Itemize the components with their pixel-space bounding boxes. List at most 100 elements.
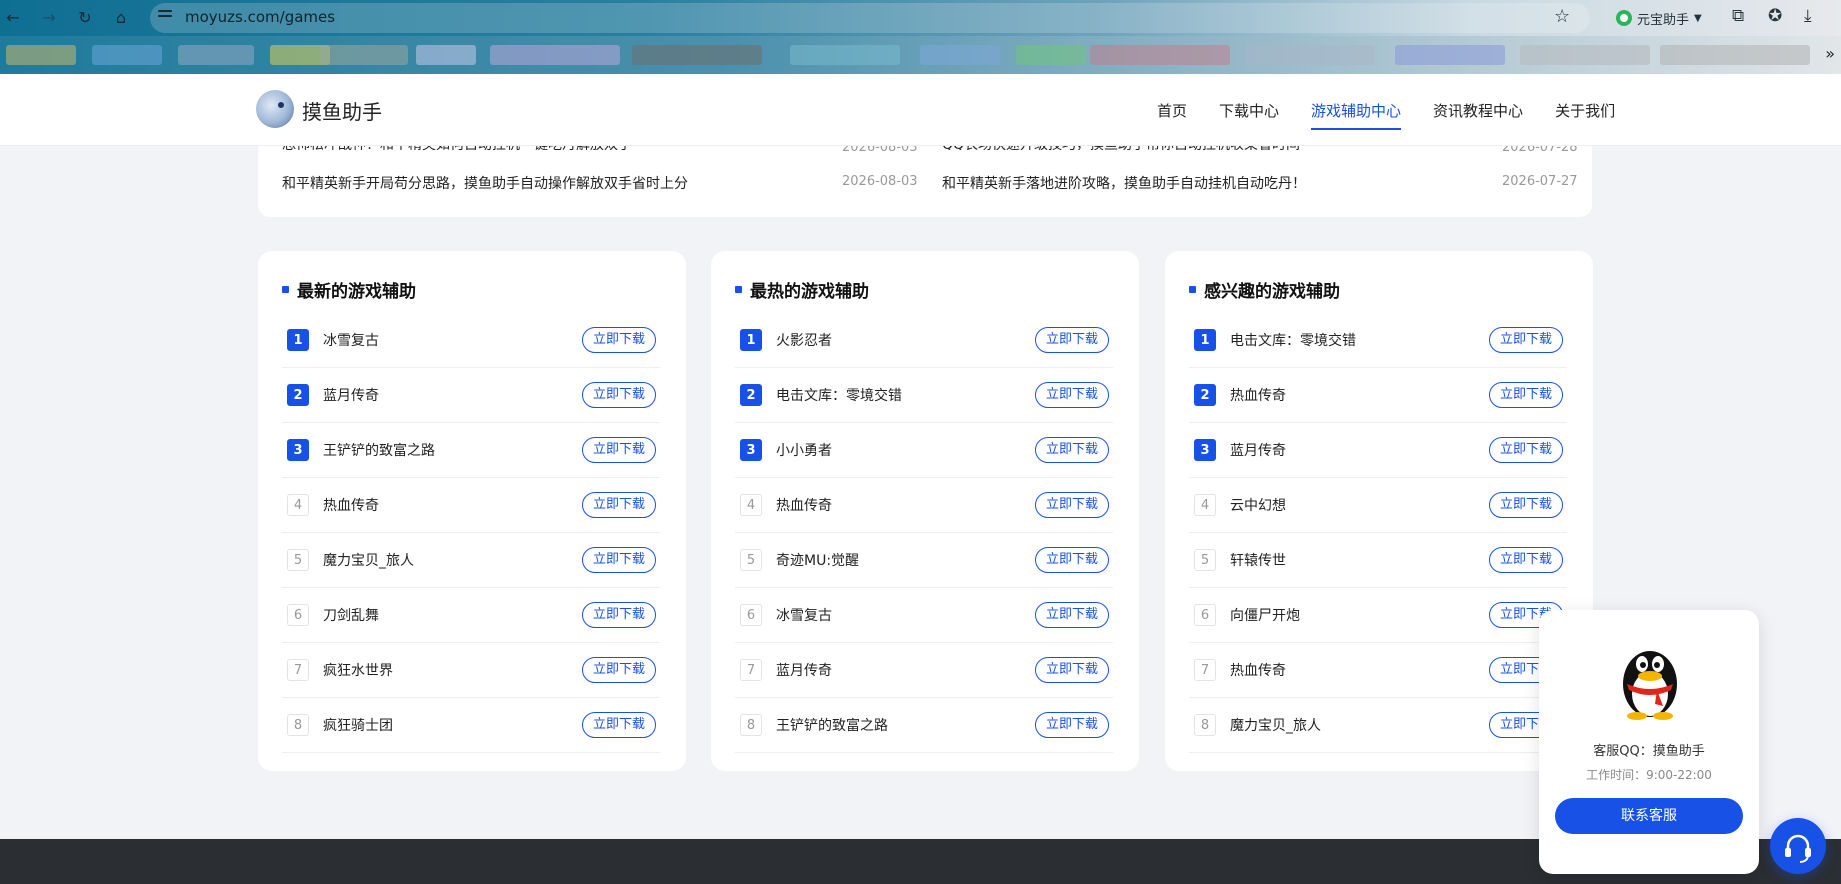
list-item[interactable]: 4 热血传奇 立即下载 — [735, 478, 1113, 533]
download-button[interactable]: 立即下载 — [1489, 382, 1563, 408]
download-icon[interactable]: ⤓ — [1804, 6, 1812, 26]
list-item[interactable]: 1 冰雪复古 立即下载 — [282, 313, 660, 368]
bookmark-item[interactable] — [490, 45, 620, 65]
game-name[interactable]: 热血传奇 — [323, 495, 379, 515]
game-name[interactable]: 疯狂骑士团 — [323, 715, 393, 735]
site-info-icon[interactable] — [158, 10, 172, 22]
game-name[interactable]: 王铲铲的致富之路 — [323, 440, 435, 460]
list-item[interactable]: 7 蓝月传奇 立即下载 — [735, 643, 1113, 698]
list-item[interactable]: 8 魔力宝贝_旅人 立即下载 — [1189, 698, 1567, 753]
news-title[interactable]: 和平精英新手开局苟分思路，摸鱼助手自动操作解放双手省时上分 — [282, 173, 688, 193]
download-button[interactable]: 立即下载 — [582, 492, 656, 518]
customer-service-fab[interactable] — [1770, 818, 1826, 874]
bookmark-item[interactable] — [1660, 45, 1810, 65]
list-item[interactable]: 6 冰雪复古 立即下载 — [735, 588, 1113, 643]
game-name[interactable]: 蓝月传奇 — [1230, 440, 1286, 460]
download-button[interactable]: 立即下载 — [1489, 492, 1563, 518]
home-icon[interactable]: ⌂ — [110, 7, 132, 29]
list-item[interactable]: 3 王铲铲的致富之路 立即下载 — [282, 423, 660, 478]
bookmark-item[interactable] — [1520, 45, 1650, 65]
download-button[interactable]: 立即下载 — [1489, 547, 1563, 573]
download-button[interactable]: 立即下载 — [1035, 382, 1109, 408]
game-name[interactable]: 王铲铲的致富之路 — [776, 715, 888, 735]
game-name[interactable]: 疯狂水世界 — [323, 660, 393, 680]
download-button[interactable]: 立即下载 — [582, 382, 656, 408]
extensions-icon[interactable]: ⧉ — [1732, 6, 1744, 26]
game-name[interactable]: 热血传奇 — [776, 495, 832, 515]
list-item[interactable]: 6 向僵尸开炮 立即下载 — [1189, 588, 1567, 643]
bookmark-item[interactable] — [1016, 45, 1086, 65]
game-name[interactable]: 冰雪复古 — [323, 330, 379, 350]
bookmark-item[interactable] — [790, 45, 900, 65]
game-name[interactable]: 刀剑乱舞 — [323, 605, 379, 625]
bookmark-item[interactable] — [920, 45, 1000, 65]
game-name[interactable]: 奇迹MU:觉醒 — [776, 550, 859, 570]
download-button[interactable]: 立即下载 — [1035, 437, 1109, 463]
bookmark-item[interactable] — [1395, 45, 1505, 65]
game-name[interactable]: 热血传奇 — [1230, 385, 1286, 405]
game-name[interactable]: 电击文库：零境交错 — [776, 385, 902, 405]
list-item[interactable]: 8 王铲铲的致富之路 立即下载 — [735, 698, 1113, 753]
game-name[interactable]: 火影忍者 — [776, 330, 832, 350]
game-name[interactable]: 云中幻想 — [1230, 495, 1286, 515]
bookmark-item[interactable] — [1090, 45, 1230, 65]
bookmark-item[interactable] — [6, 45, 76, 65]
download-button[interactable]: 立即下载 — [582, 547, 656, 573]
news-title[interactable]: 和平精英新手落地进阶攻略，摸鱼助手自动挂机自动吃丹！ — [942, 173, 1306, 193]
download-button[interactable]: 立即下载 — [582, 712, 656, 738]
game-name[interactable]: 蓝月传奇 — [776, 660, 832, 680]
list-item[interactable]: 2 电击文库：零境交错 立即下载 — [735, 368, 1113, 423]
logo-text[interactable]: 摸鱼助手 — [302, 96, 382, 125]
download-button[interactable]: 立即下载 — [1035, 602, 1109, 628]
game-name[interactable]: 轩辕传世 — [1230, 550, 1286, 570]
bookmark-item[interactable] — [320, 45, 408, 65]
download-button[interactable]: 立即下载 — [1489, 327, 1563, 353]
game-name[interactable]: 蓝月传奇 — [323, 385, 379, 405]
nav-item-about[interactable]: 关于我们 — [1555, 100, 1615, 121]
game-name[interactable]: 冰雪复古 — [776, 605, 832, 625]
list-item[interactable]: 2 蓝月传奇 立即下载 — [282, 368, 660, 423]
game-name[interactable]: 电击文库：零境交错 — [1230, 330, 1356, 350]
download-button[interactable]: 立即下载 — [582, 602, 656, 628]
contact-service-button[interactable]: 联系客服 — [1555, 798, 1743, 834]
download-button[interactable]: 立即下载 — [582, 327, 656, 353]
list-item[interactable]: 8 疯狂骑士团 立即下载 — [282, 698, 660, 753]
download-button[interactable]: 立即下载 — [582, 437, 656, 463]
download-button[interactable]: 立即下载 — [582, 657, 656, 683]
list-item[interactable]: 7 热血传奇 立即下载 — [1189, 643, 1567, 698]
address-bar[interactable] — [150, 3, 1590, 33]
list-item[interactable]: 4 云中幻想 立即下载 — [1189, 478, 1567, 533]
download-button[interactable]: 立即下载 — [1035, 657, 1109, 683]
game-name[interactable]: 向僵尸开炮 — [1230, 605, 1300, 625]
game-name[interactable]: 热血传奇 — [1230, 660, 1286, 680]
list-item[interactable]: 3 蓝月传奇 立即下载 — [1189, 423, 1567, 478]
game-name[interactable]: 小小勇者 — [776, 440, 832, 460]
bookmark-item[interactable] — [416, 45, 476, 65]
list-item[interactable]: 3 小小勇者 立即下载 — [735, 423, 1113, 478]
favorites-icon[interactable]: ✪ — [1768, 6, 1782, 26]
bookmark-item[interactable] — [178, 45, 254, 65]
list-item[interactable]: 2 热血传奇 立即下载 — [1189, 368, 1567, 423]
nav-item-home[interactable]: 首页 — [1157, 100, 1187, 121]
download-button[interactable]: 立即下载 — [1489, 437, 1563, 463]
address-text[interactable]: moyuzs.com/games — [185, 8, 335, 26]
nav-item-downloads[interactable]: 下载中心 — [1219, 100, 1279, 121]
list-item[interactable]: 5 奇迹MU:觉醒 立即下载 — [735, 533, 1113, 588]
download-button[interactable]: 立即下载 — [1035, 547, 1109, 573]
bookmark-item[interactable] — [92, 45, 162, 65]
list-item[interactable]: 5 魔力宝贝_旅人 立即下载 — [282, 533, 660, 588]
download-button[interactable]: 立即下载 — [1035, 492, 1109, 518]
list-item[interactable]: 1 电击文库：零境交错 立即下载 — [1189, 313, 1567, 368]
list-item[interactable]: 4 热血传奇 立即下载 — [282, 478, 660, 533]
game-name[interactable]: 魔力宝贝_旅人 — [323, 550, 414, 570]
bookmark-item[interactable] — [1245, 45, 1375, 65]
list-item[interactable]: 7 疯狂水世界 立即下载 — [282, 643, 660, 698]
back-icon[interactable]: ← — [2, 7, 24, 29]
download-button[interactable]: 立即下载 — [1035, 712, 1109, 738]
nav-item-news[interactable]: 资讯教程中心 — [1433, 100, 1523, 121]
nav-item-games[interactable]: 游戏辅助中心 — [1311, 100, 1402, 130]
logo-icon[interactable] — [256, 90, 294, 128]
list-item[interactable]: 1 火影忍者 立即下载 — [735, 313, 1113, 368]
extension-yuanbao[interactable]: 元宝助手 ▼ — [1616, 7, 1702, 29]
download-button[interactable]: 立即下载 — [1035, 327, 1109, 353]
